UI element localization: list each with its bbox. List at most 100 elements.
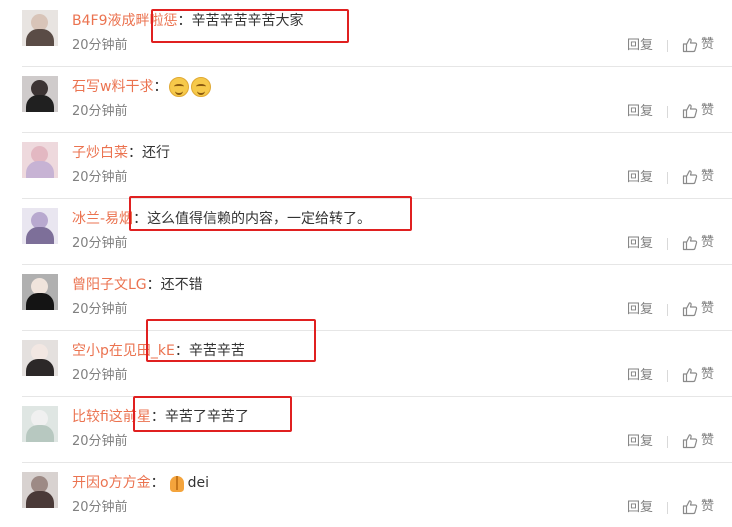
thumbs-up-icon xyxy=(682,236,698,251)
separator xyxy=(22,198,732,199)
comment-item: B4F9液成畔啦惩：辛苦辛苦辛苦大家 20分钟前 回复 赞 xyxy=(0,0,732,65)
separator xyxy=(22,264,732,265)
like-button[interactable]: 赞 xyxy=(682,36,714,54)
comment-item: 石写w料干求： 20分钟前 回复 赞 xyxy=(0,66,732,131)
avatar[interactable] xyxy=(22,142,58,178)
avatar[interactable] xyxy=(22,208,58,244)
comment-line: 石写w料干求： xyxy=(72,76,212,98)
avatar[interactable] xyxy=(22,340,58,376)
like-label: 赞 xyxy=(701,367,715,382)
timestamp: 20分钟前 xyxy=(72,500,128,515)
colon: ： xyxy=(133,211,148,227)
thumbs-up-icon xyxy=(682,104,698,119)
like-button[interactable]: 赞 xyxy=(682,168,714,186)
comment-item: 开因o方方金： dei 20分钟前 回复 赞 xyxy=(0,462,732,527)
colon: ： xyxy=(153,79,168,95)
username-link[interactable]: 曾阳子文LG xyxy=(72,274,147,296)
separator xyxy=(22,330,732,331)
colon: ： xyxy=(150,409,165,425)
comment-text: 辛苦了辛苦了 xyxy=(164,409,249,425)
username-link[interactable]: 比较fi这前星 xyxy=(72,406,151,428)
username-link[interactable]: B4F9液成畔啦惩 xyxy=(72,10,177,32)
timestamp: 20分钟前 xyxy=(72,104,128,119)
reply-button[interactable]: 回复 xyxy=(627,433,653,451)
like-button[interactable]: 赞 xyxy=(682,234,714,252)
comment-item: 曾阳子文LG：还不错 20分钟前 回复 赞 xyxy=(0,264,732,329)
divider xyxy=(667,106,668,118)
separator xyxy=(22,66,732,67)
thumbs-up-icon xyxy=(682,38,698,53)
avatar[interactable] xyxy=(22,472,58,508)
thumbs-up-icon xyxy=(682,302,698,317)
colon: ： xyxy=(128,145,142,161)
thumbs-up-icon xyxy=(682,368,698,383)
reply-button[interactable]: 回复 xyxy=(627,367,653,385)
username-link[interactable]: 冰兰-易烟 xyxy=(72,208,133,230)
like-button[interactable]: 赞 xyxy=(682,366,714,384)
reply-button[interactable]: 回复 xyxy=(627,103,653,121)
divider xyxy=(667,370,668,382)
divider xyxy=(667,238,668,250)
like-label: 赞 xyxy=(701,235,715,250)
like-button[interactable]: 赞 xyxy=(682,432,714,450)
colon: ： xyxy=(177,13,192,29)
comment-line: B4F9液成畔啦惩：辛苦辛苦辛苦大家 xyxy=(72,10,303,32)
comment-line: 比较fi这前星：辛苦了辛苦了 xyxy=(72,406,249,428)
comment-line: 曾阳子文LG：还不错 xyxy=(72,274,203,296)
timestamp: 20分钟前 xyxy=(72,38,128,53)
avatar[interactable] xyxy=(22,406,58,442)
username-link[interactable]: 空小p在见田_kE xyxy=(72,340,175,362)
username-link[interactable]: 开因o方方金 xyxy=(72,472,151,494)
reply-button[interactable]: 回复 xyxy=(627,37,653,55)
colon: ： xyxy=(174,343,189,359)
pray-emoji-icon xyxy=(167,473,187,493)
like-button[interactable]: 赞 xyxy=(682,102,714,120)
comment-text: 这么值得信赖的内容，一定给转了。 xyxy=(147,211,372,227)
divider xyxy=(667,172,668,184)
reply-button[interactable]: 回复 xyxy=(627,301,653,319)
separator xyxy=(22,132,732,133)
comment-line: 子炒白菜：还行 xyxy=(72,142,170,164)
avatar[interactable] xyxy=(22,274,58,310)
comment-item: 冰兰-易烟：这么值得信赖的内容，一定给转了。 20分钟前 回复 赞 xyxy=(0,198,732,263)
comment-text: dei xyxy=(187,475,209,491)
timestamp: 20分钟前 xyxy=(72,302,128,317)
comment-line: 开因o方方金： dei xyxy=(72,472,209,494)
divider xyxy=(667,304,668,316)
avatar[interactable] xyxy=(22,10,58,46)
like-label: 赞 xyxy=(701,103,715,118)
timestamp: 20分钟前 xyxy=(72,368,128,383)
thumbs-up-icon xyxy=(682,170,698,185)
like-button[interactable]: 赞 xyxy=(682,498,714,516)
separator xyxy=(22,462,732,463)
username-link[interactable]: 石写w料干求 xyxy=(72,76,153,98)
divider xyxy=(667,436,668,448)
comment-item: 空小p在见田_kE：辛苦辛苦 20分钟前 回复 赞 xyxy=(0,330,732,395)
smile-emoji-icon xyxy=(169,77,190,97)
like-label: 赞 xyxy=(701,37,715,52)
comment-item: 比较fi这前星：辛苦了辛苦了 20分钟前 回复 赞 xyxy=(0,396,732,461)
separator xyxy=(22,396,732,397)
like-label: 赞 xyxy=(701,433,715,448)
like-label: 赞 xyxy=(701,499,715,514)
divider xyxy=(667,40,668,52)
reply-button[interactable]: 回复 xyxy=(627,169,653,187)
like-label: 赞 xyxy=(701,301,715,316)
username-link[interactable]: 子炒白菜 xyxy=(72,142,128,164)
timestamp: 20分钟前 xyxy=(72,236,128,251)
comment-text: 还行 xyxy=(142,145,170,161)
divider xyxy=(667,502,668,514)
thumbs-up-icon xyxy=(682,434,698,449)
comment-text: 辛苦辛苦 xyxy=(188,343,245,359)
reply-button[interactable]: 回复 xyxy=(627,499,653,517)
reply-button[interactable]: 回复 xyxy=(627,235,653,253)
comment-line: 冰兰-易烟：这么值得信赖的内容，一定给转了。 xyxy=(72,208,371,230)
avatar[interactable] xyxy=(22,76,58,112)
timestamp: 20分钟前 xyxy=(72,170,128,185)
like-label: 赞 xyxy=(701,169,715,184)
comment-item: 子炒白菜：还行 20分钟前 回复 赞 xyxy=(0,132,732,197)
like-button[interactable]: 赞 xyxy=(682,300,714,318)
comment-text: 辛苦辛苦辛苦大家 xyxy=(191,13,304,29)
colon: ： xyxy=(150,475,165,491)
thumbs-up-icon xyxy=(682,500,698,515)
